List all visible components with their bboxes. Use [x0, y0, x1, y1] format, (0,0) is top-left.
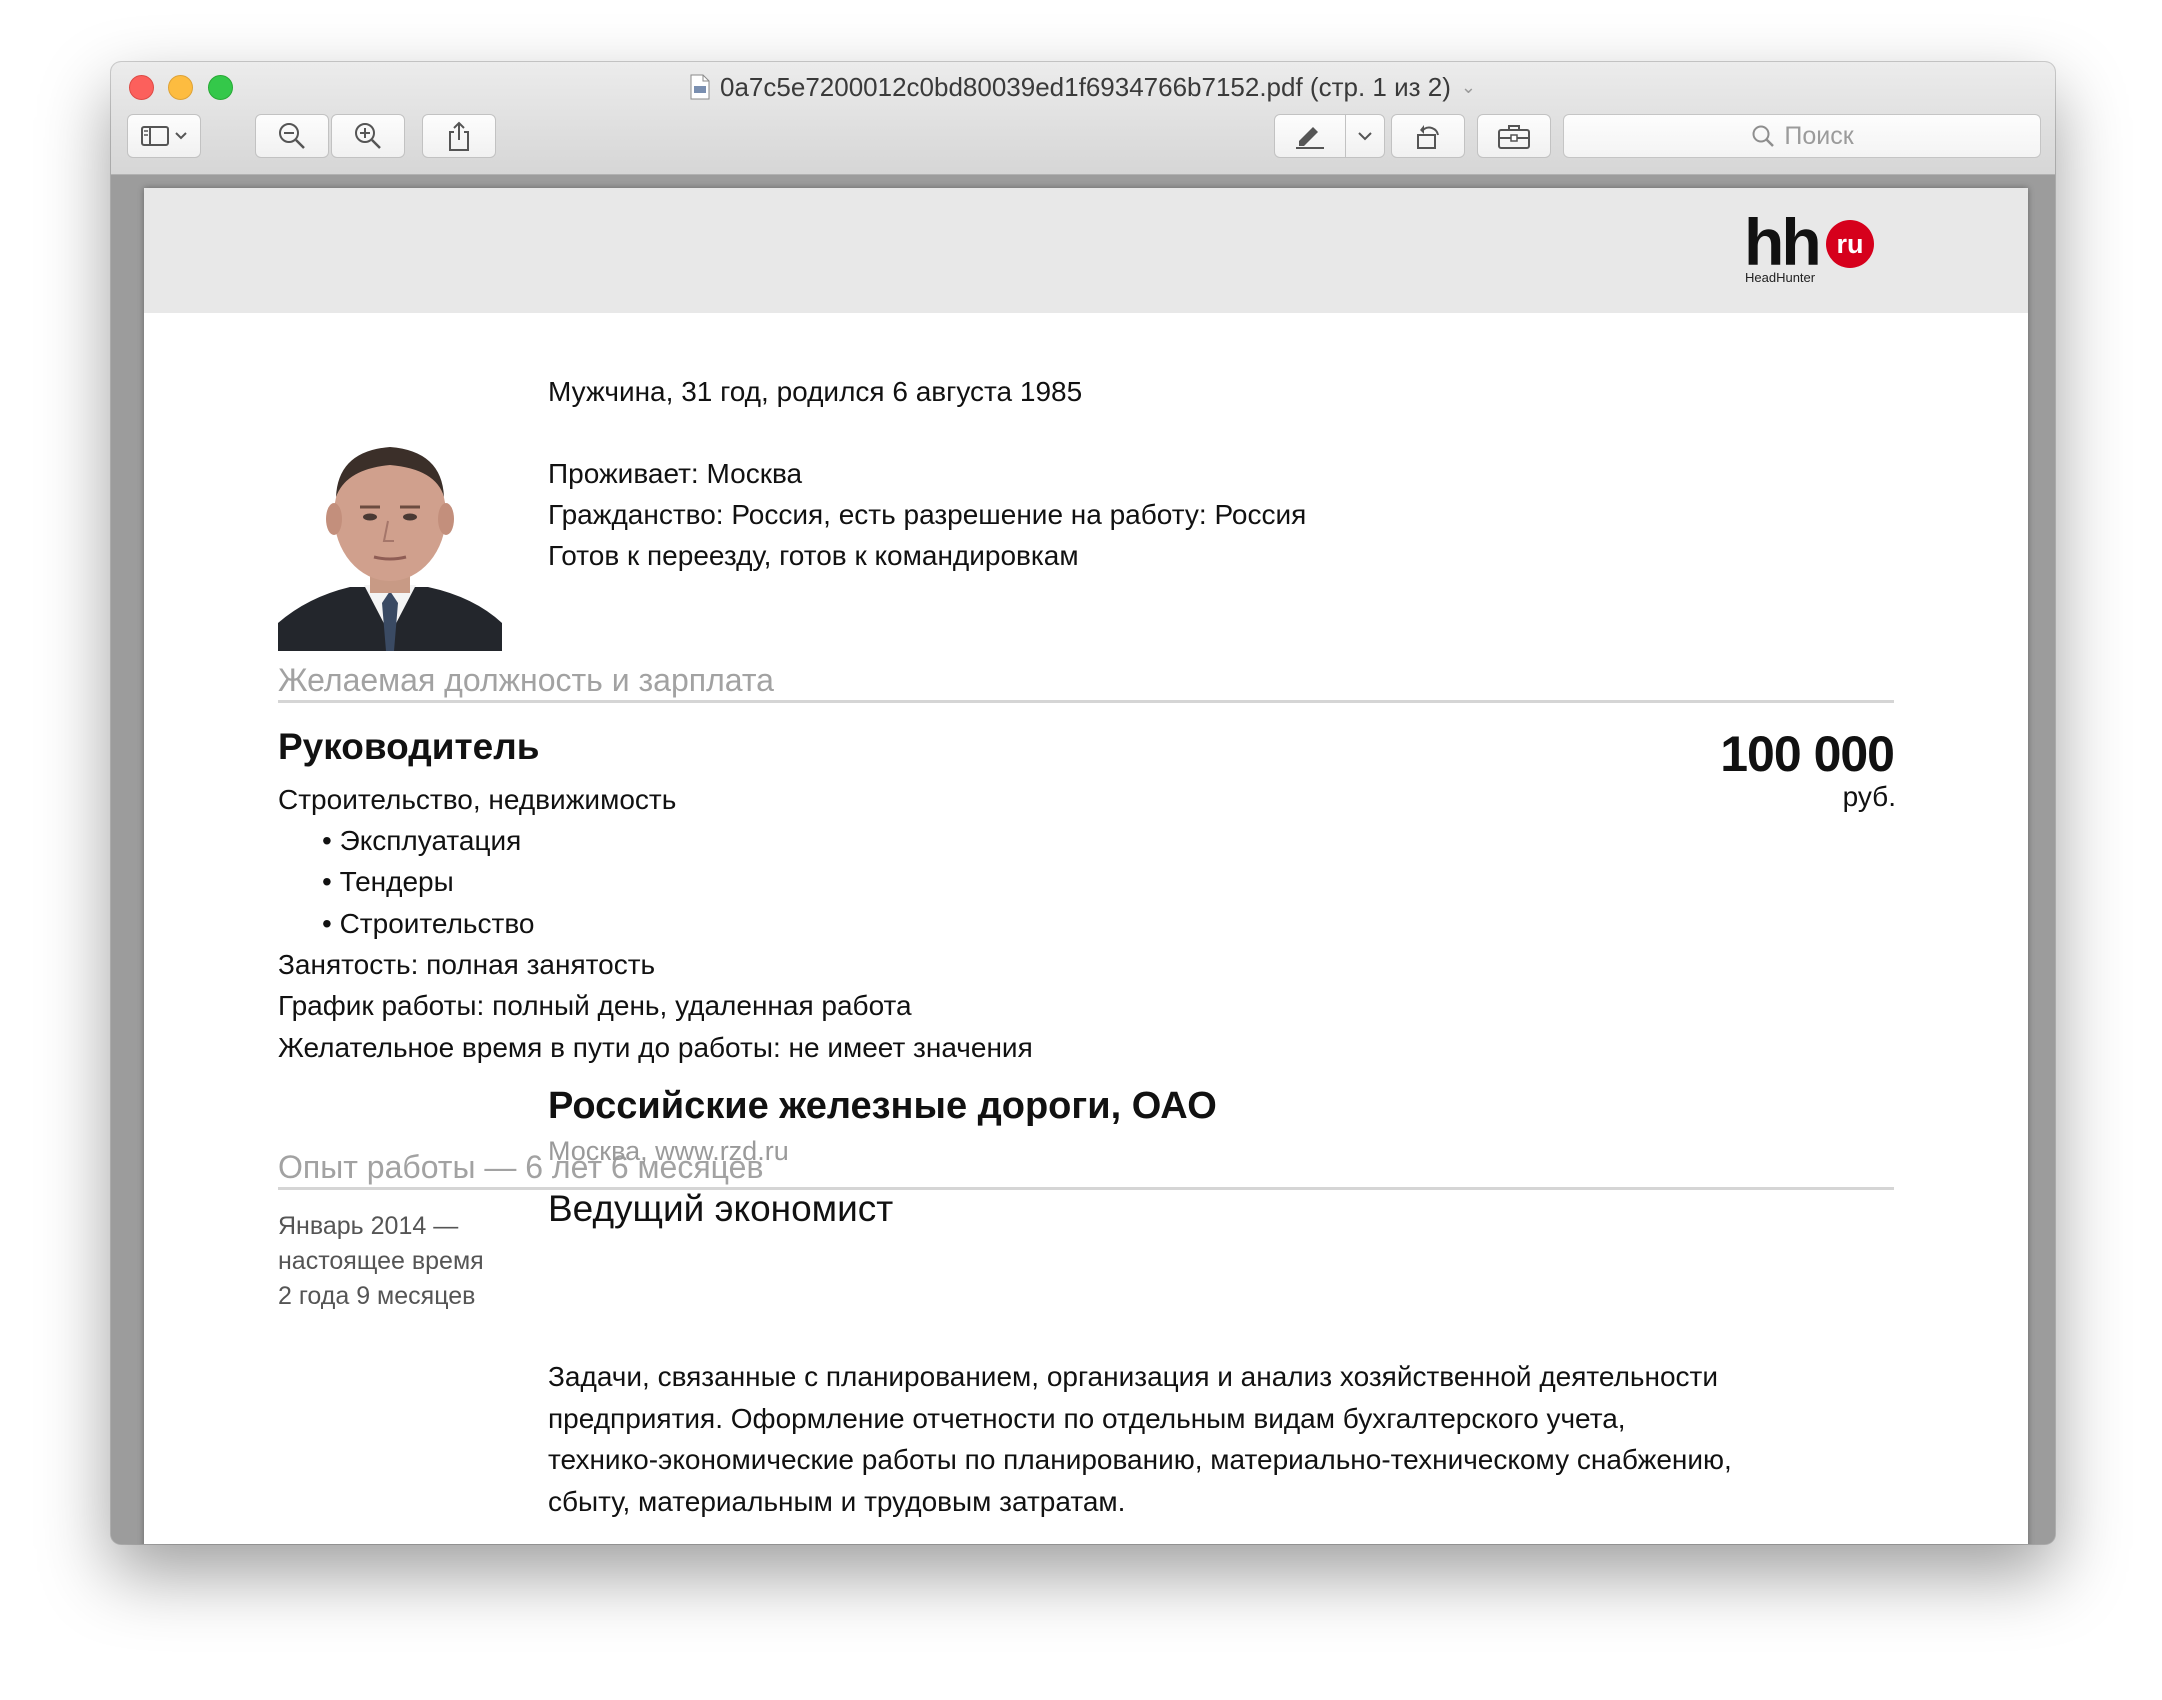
preview-window: 0a7c5e7200012c0bd80039ed1f6934766b7152.p…: [111, 62, 2055, 1544]
job-date-to: настоящее время: [278, 1247, 484, 1275]
employment-type: Занятость: полная занятость: [278, 949, 656, 980]
desired-salary: 100 000: [1720, 726, 1895, 782]
logo-ru-badge: ru: [1826, 220, 1874, 268]
personal-info-summary: Мужчина, 31 год, родился 6 августа 1985: [548, 376, 1083, 407]
logo-hh-text: hh: [1744, 205, 1822, 279]
pdf-page: hh ru HeadHunter Мужчина, 31 год, родилс…: [144, 188, 2028, 1544]
search-icon: [1752, 125, 1775, 147]
rotate-button[interactable]: [1391, 114, 1465, 158]
window-title: 0a7c5e7200012c0bd80039ed1f6934766b7152.p…: [720, 71, 1451, 102]
job-company: Российские железные дороги, ОАО: [548, 1085, 1217, 1127]
pen-icon: [1296, 127, 1324, 149]
job-position: Ведущий экономист: [548, 1188, 894, 1229]
residence: Проживает: Москва: [548, 458, 803, 489]
specialization-item: • Тендеры: [322, 866, 454, 897]
headhunter-logo: hh ru HeadHunter: [1744, 205, 1884, 292]
markup-menu-button[interactable]: [1345, 114, 1385, 158]
share-button[interactable]: [422, 114, 496, 158]
job-duration: 2 года 9 месяцев: [278, 1282, 476, 1310]
job-description-line: сбыту, материальным и трудовым затратам.: [548, 1485, 1126, 1517]
salary-currency: руб.: [1842, 781, 1896, 812]
title-bar: 0a7c5e7200012c0bd80039ed1f6934766b7152.p…: [111, 62, 2055, 175]
resume-header-band: hh ru HeadHunter: [144, 188, 2028, 313]
search-field[interactable]: Поиск: [1563, 114, 2041, 158]
profile-photo: [278, 435, 502, 651]
job-description-line: предприятия. Оформление отчетности по от…: [548, 1402, 1626, 1434]
document-viewport[interactable]: hh ru HeadHunter Мужчина, 31 год, родилс…: [111, 175, 2055, 1544]
desired-position: Руководитель: [278, 726, 540, 767]
specialization-item: • Строительство: [322, 908, 535, 939]
work-schedule: График работы: полный день, удаленная ра…: [278, 990, 912, 1021]
professional-field: Строительство, недвижимость: [278, 784, 677, 815]
zoom-out-button[interactable]: [255, 114, 329, 158]
relocation: Готов к переезду, готов к командировкам: [548, 540, 1079, 571]
job-company-location: Москва, www.rzd.ru: [548, 1136, 789, 1166]
commute-preference: Желательное время в пути до работы: не и…: [278, 1032, 1033, 1063]
zoom-out-icon: [279, 123, 305, 149]
chevron-down-icon: [1358, 132, 1372, 141]
sidebar-icon: [141, 126, 187, 146]
rotate-icon: [1417, 125, 1439, 149]
zoom-in-button[interactable]: [331, 114, 405, 158]
share-icon: [449, 121, 469, 151]
job-date-from: Январь 2014 —: [278, 1212, 459, 1240]
pdf-document-icon: [690, 74, 710, 100]
chevron-down-icon[interactable]: ⌄: [1461, 77, 1476, 98]
markup-button[interactable]: [1274, 114, 1346, 158]
logo-subtitle: HeadHunter: [1745, 270, 1816, 285]
search-placeholder: Поиск: [1784, 121, 1854, 150]
section-divider: [278, 700, 1894, 703]
job-description-line: Задачи, связанные с планированием, орган…: [548, 1361, 1718, 1392]
toolbox-icon: [1498, 125, 1530, 149]
specialization-item: • Эксплуатация: [322, 825, 522, 856]
toolbox-button[interactable]: [1477, 114, 1551, 158]
job-description-line: технико-экономические работы по планиров…: [548, 1444, 1732, 1475]
job-description: Задачи, связанные с планированием, орган…: [548, 1356, 1828, 1522]
sidebar-toggle-button[interactable]: [127, 114, 201, 158]
window-title-area[interactable]: 0a7c5e7200012c0bd80039ed1f6934766b7152.p…: [111, 70, 2055, 104]
section-divider: [278, 1187, 1894, 1190]
zoom-in-icon: [355, 123, 381, 149]
desired-position-section-title: Желаемая должность и зарплата: [278, 662, 774, 698]
citizenship: Гражданство: Россия, есть разрешение на …: [548, 499, 1307, 530]
